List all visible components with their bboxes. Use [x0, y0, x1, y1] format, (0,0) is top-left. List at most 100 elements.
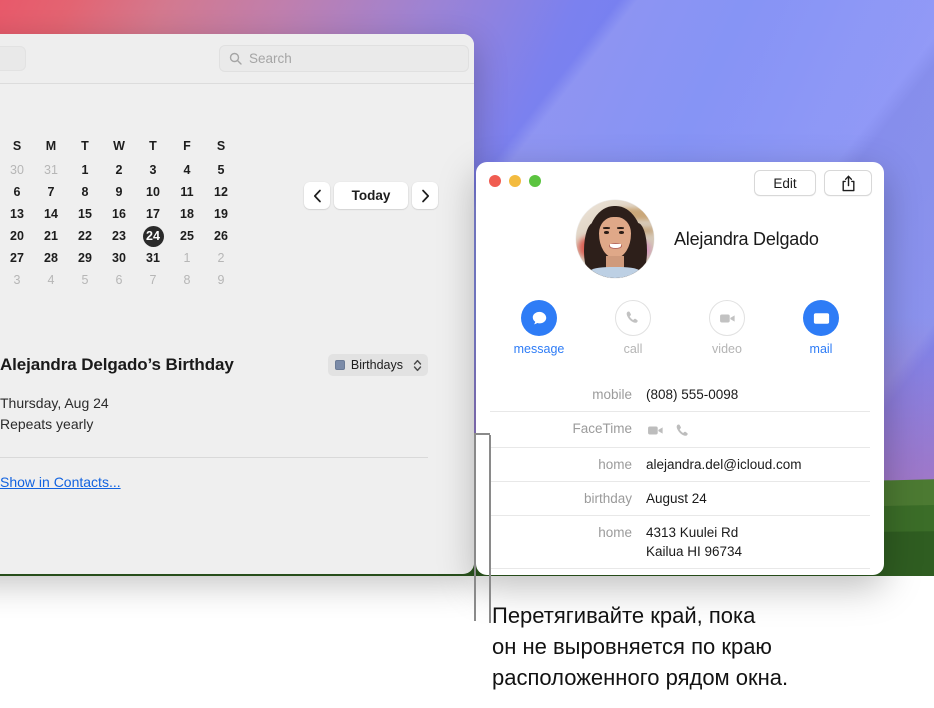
- message-label: message: [513, 342, 565, 356]
- chevron-updown-icon: [413, 359, 422, 372]
- calendar-day-cell[interactable]: 4: [170, 159, 204, 181]
- contact-field-value[interactable]: August 24: [646, 489, 707, 508]
- calendar-day-cell[interactable]: 1: [68, 159, 102, 181]
- previous-period-button[interactable]: [304, 182, 330, 209]
- facetime-audio-button[interactable]: [674, 422, 692, 440]
- instruction-caption: Перетягивайте край, пока он не выровняет…: [492, 600, 912, 693]
- calendar-day-cell[interactable]: 29: [68, 247, 102, 269]
- event-metadata: Thursday, Aug 24 Repeats yearly: [0, 393, 428, 435]
- minimize-button[interactable]: [509, 175, 521, 187]
- calendar-day-cell[interactable]: 7: [34, 181, 68, 203]
- calendar-day-cell[interactable]: 17: [136, 203, 170, 225]
- contact-field-row: mobile (808) 555-0098: [490, 378, 870, 411]
- calendar-day-cell[interactable]: 2: [102, 159, 136, 181]
- calendar-day-cell[interactable]: 21: [34, 225, 68, 247]
- calendar-day-cell[interactable]: 24: [136, 225, 170, 247]
- weekday-header: F: [183, 139, 191, 153]
- calendar-day-cell[interactable]: 23: [102, 225, 136, 247]
- video-button[interactable]: [709, 300, 745, 336]
- calendar-day-cell[interactable]: 28: [34, 247, 68, 269]
- contact-field-value[interactable]: (808) 555-0098: [646, 385, 738, 404]
- calendar-day-cell[interactable]: 20: [0, 225, 34, 247]
- calendar-day-cell[interactable]: 8: [170, 269, 204, 291]
- mail-button[interactable]: [803, 300, 839, 336]
- envelope-icon: [813, 312, 829, 324]
- year-view-button[interactable]: Year: [0, 46, 26, 71]
- calendar-window: Year Search SMTWTFS 30311234567891011121…: [0, 34, 474, 574]
- search-input[interactable]: Search: [219, 45, 469, 72]
- share-icon: [842, 175, 854, 191]
- calendar-day-cell[interactable]: 14: [34, 203, 68, 225]
- calendar-day-cell[interactable]: 11: [170, 181, 204, 203]
- zoom-button[interactable]: [529, 175, 541, 187]
- calendar-day-cell[interactable]: 3: [0, 269, 34, 291]
- calendar-day-cell[interactable]: 5: [68, 269, 102, 291]
- calendar-select[interactable]: Birthdays: [327, 354, 428, 376]
- edit-button[interactable]: Edit: [754, 170, 816, 196]
- calendar-day-cell[interactable]: 3: [136, 159, 170, 181]
- calendar-day-cell[interactable]: 6: [102, 269, 136, 291]
- today-button-label: Today: [351, 188, 391, 203]
- calendar-week-row: 13 14 15 16 17 18 19: [0, 203, 238, 225]
- video-camera-icon: [648, 426, 663, 435]
- calendar-day-cell[interactable]: 27: [0, 247, 34, 269]
- calendar-day-cell[interactable]: 31: [34, 159, 68, 181]
- calendar-day-cell[interactable]: 8: [68, 181, 102, 203]
- weekday-header: W: [113, 139, 125, 153]
- next-period-button[interactable]: [412, 182, 438, 209]
- callout-bracket: [474, 433, 492, 623]
- calendar-day-cell[interactable]: 9: [102, 181, 136, 203]
- calendar-day-cell[interactable]: 25: [170, 225, 204, 247]
- contact-field-value[interactable]: 4313 Kuulei Rd Kailua HI 96734: [646, 523, 742, 561]
- close-button[interactable]: [489, 175, 501, 187]
- facetime-icons: [646, 419, 692, 440]
- message-button[interactable]: [521, 300, 557, 336]
- weekday-header-row: SMTWTFS: [0, 137, 238, 159]
- calendar-day-cell[interactable]: 18: [170, 203, 204, 225]
- mail-label: mail: [809, 342, 833, 356]
- share-button[interactable]: [824, 170, 872, 196]
- calendar-day-cell[interactable]: 26: [204, 225, 238, 247]
- calendar-day-cell[interactable]: 5: [204, 159, 238, 181]
- calendar-day-grid: 30 31 1 2 3 4 5 6 7 8 9 10 11 12 13 14 15 16 17 18 19 20 21 22 2…: [0, 159, 238, 291]
- show-in-contacts-link[interactable]: Show in Contacts...: [0, 474, 121, 490]
- contact-field-value-line: 4313 Kuulei Rd: [646, 525, 739, 540]
- contact-field-value-line: alejandra.del@icloud.com: [646, 457, 802, 472]
- calendar-day-cell[interactable]: 22: [68, 225, 102, 247]
- facetime-video-button[interactable]: [646, 421, 665, 440]
- calendar-day-cell[interactable]: 6: [0, 181, 34, 203]
- calendar-day-cell[interactable]: 4: [34, 269, 68, 291]
- chevron-right-icon: [421, 189, 429, 202]
- chevron-left-icon: [313, 189, 321, 202]
- contact-card-actions: Edit: [754, 170, 872, 196]
- contact-action-video[interactable]: video: [700, 300, 754, 356]
- contact-field-row: birthday August 24: [490, 481, 870, 515]
- contact-action-message[interactable]: message: [512, 300, 566, 356]
- contact-field-label: FaceTime: [572, 421, 632, 436]
- contact-action-call[interactable]: call: [606, 300, 660, 356]
- callout-stem: [488, 435, 492, 623]
- contact-name: Alejandra Delgado: [674, 228, 819, 249]
- event-title-row: Alejandra Delgado’s Birthday Birthdays: [0, 354, 428, 376]
- calendar-day-cell[interactable]: 13: [0, 203, 34, 225]
- calendar-day-cell[interactable]: 10: [136, 181, 170, 203]
- calendar-day-cell[interactable]: 31: [136, 247, 170, 269]
- contact-action-buttons: message call video mail: [476, 300, 884, 356]
- calendar-day-cell[interactable]: 12: [204, 181, 238, 203]
- contact-field-value[interactable]: alejandra.del@icloud.com: [646, 455, 802, 474]
- calendar-day-cell[interactable]: 2: [204, 247, 238, 269]
- calendar-day-cell[interactable]: 9: [204, 269, 238, 291]
- call-button[interactable]: [615, 300, 651, 336]
- calendar-day-cell[interactable]: 19: [204, 203, 238, 225]
- today-button[interactable]: Today: [334, 182, 408, 209]
- calendar-day-cell[interactable]: 1: [170, 247, 204, 269]
- calendar-day-cell[interactable]: 30: [102, 247, 136, 269]
- calendar-day-cell[interactable]: 16: [102, 203, 136, 225]
- contact-field-label: home: [598, 457, 632, 472]
- contact-card-window: Edit Alejandra Delgado message call vide…: [476, 162, 884, 575]
- calendar-day-cell[interactable]: 15: [68, 203, 102, 225]
- calendar-day-cell[interactable]: 7: [136, 269, 170, 291]
- calendar-day-cell[interactable]: 30: [0, 159, 34, 181]
- contact-action-mail[interactable]: mail: [794, 300, 848, 356]
- event-repeat: Repeats yearly: [0, 416, 94, 432]
